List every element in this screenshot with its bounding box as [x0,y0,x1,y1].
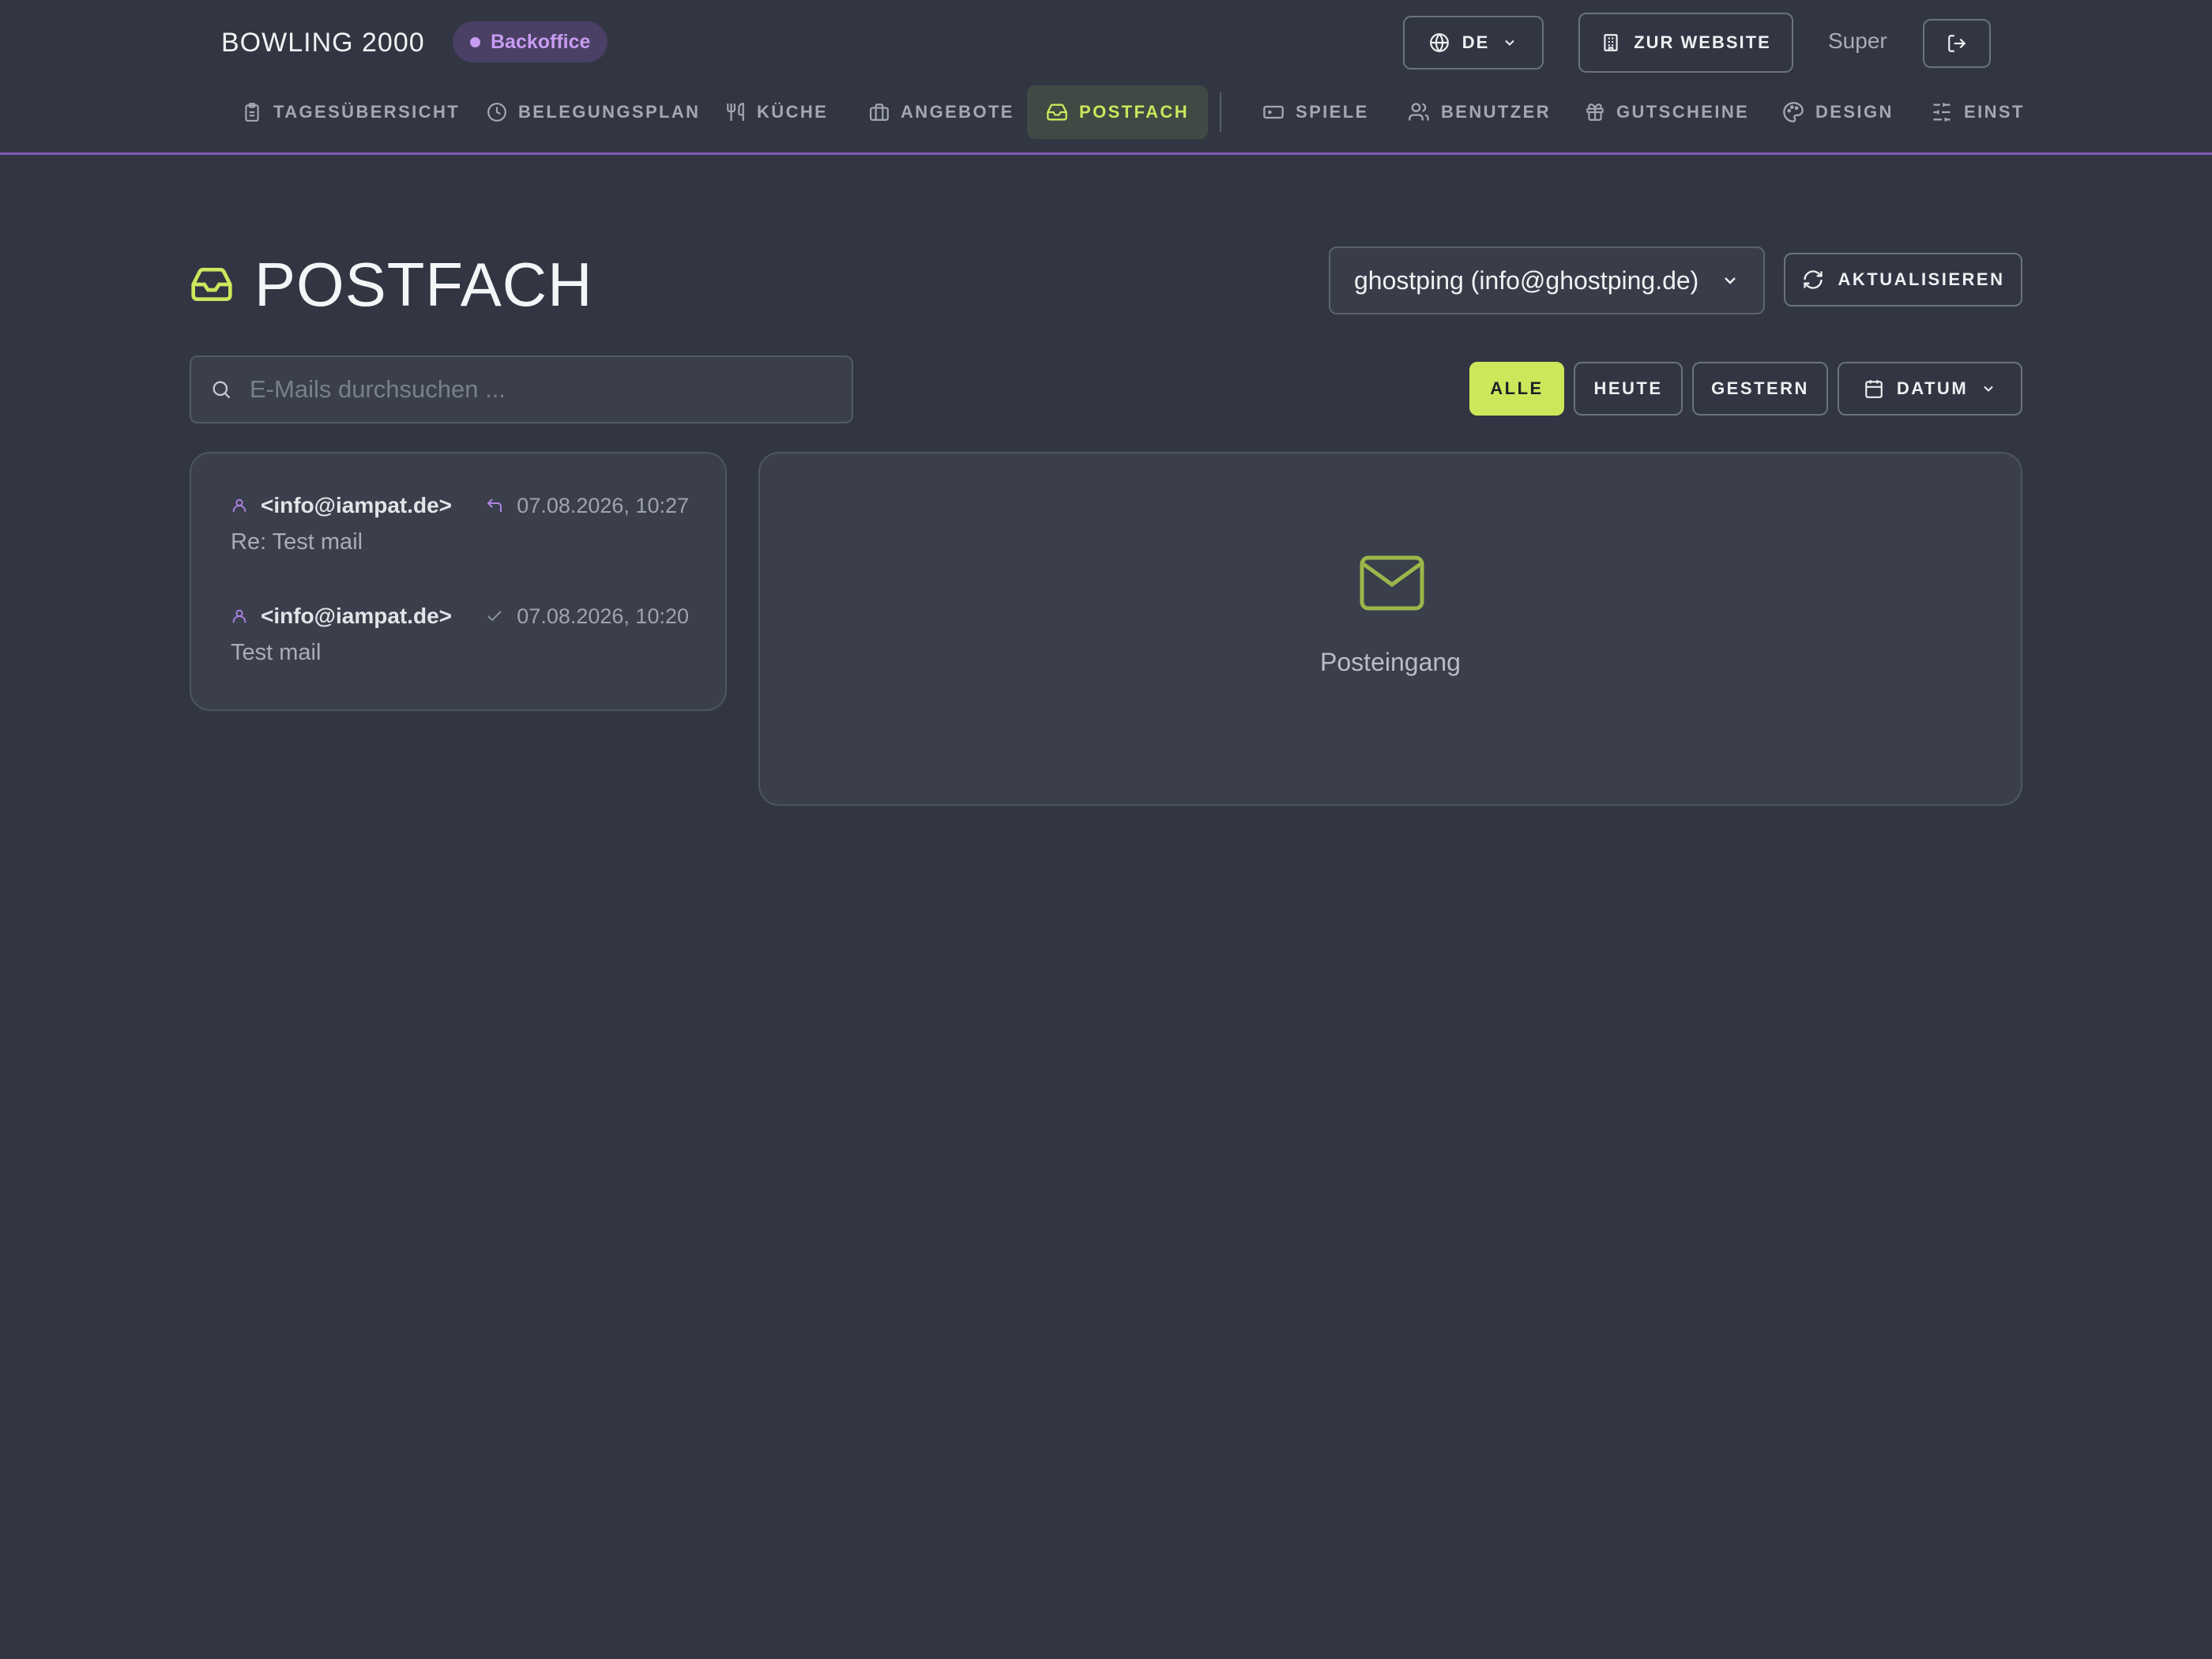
filter-all-button[interactable]: ALLE [1469,362,1564,416]
mail-search-input[interactable] [248,374,852,404]
inbox-icon [1046,101,1068,123]
refresh-button[interactable]: AKTUALISIEREN [1784,253,2022,307]
badge-label: Backoffice [491,31,591,53]
nav-label: EINST [1964,102,2025,122]
nav-label: KÜCHE [757,102,829,122]
filter-today-button[interactable]: HEUTE [1574,362,1683,416]
mail-account-select[interactable]: ghostping (info@ghostping.de) [1329,246,1765,314]
nav-label: ANGEBOTE [901,102,1014,122]
nav-label: POSTFACH [1079,102,1189,122]
clipboard-icon [242,102,262,122]
search-icon [210,378,232,401]
filter-date-button[interactable]: DATUM [1838,362,2022,416]
mail-date: 07.08.2026, 10:27 [485,491,689,520]
nav-label: BELEGUNGSPLAN [518,102,701,122]
inbox-icon [190,262,234,307]
palette-icon [1782,101,1804,123]
nav-divider [1220,92,1221,132]
globe-icon [1429,32,1450,53]
calendar-icon [1864,378,1884,399]
mail-list-item[interactable]: <info@iampat.de> 07.08.2026, 10:27 Re: T… [231,491,689,578]
ticket-icon [1262,101,1285,123]
nav-item-tagesuebersicht[interactable]: TAGESÜBERSICHT [242,85,460,139]
nav-item-angebote[interactable]: ANGEBOTE [869,85,1014,139]
building-icon [1601,32,1621,53]
chevron-down-icon [1721,271,1740,290]
user-icon [231,497,248,514]
nav-label: GUTSCHEINE [1616,102,1750,122]
mail-sender: <info@iampat.de> [231,602,452,630]
filter-label: ALLE [1490,378,1544,398]
mail-search-box [190,356,853,423]
nav-item-spiele[interactable]: SPIELE [1262,85,1369,139]
nav-item-kueche[interactable]: KÜCHE [725,85,828,139]
refresh-icon [1802,269,1824,291]
mail-subject: Re: Test mail [231,529,363,555]
filter-label: HEUTE [1593,378,1663,398]
filter-label: GESTERN [1711,378,1809,398]
badge-dot-icon [470,37,480,47]
nav-label: DESIGN [1815,102,1894,122]
page-title-text: POSTFACH [254,250,593,319]
nav-item-design[interactable]: DESIGN [1782,85,1894,139]
mail-date-text: 07.08.2026, 10:20 [517,604,689,628]
page-title: POSTFACH [190,245,592,324]
filter-yesterday-button[interactable]: GESTERN [1692,362,1828,416]
language-select-button[interactable]: DE [1403,16,1544,70]
mail-sender-address: <info@iampat.de> [261,493,453,517]
mail-date: 07.08.2026, 10:20 [485,602,689,630]
mail-subject: Test mail [231,640,322,665]
filter-label: DATUM [1896,378,1969,398]
main-navigation: TAGESÜBERSICHT BELEGUNGSPLAN KÜCHE ANGEB… [0,85,2212,139]
nav-item-gutscheine[interactable]: GUTSCHEINE [1585,85,1749,139]
chevron-down-icon [1981,381,1996,397]
reply-icon [485,496,504,515]
mail-sender-address: <info@iampat.de> [261,604,453,628]
logout-icon [1947,33,1967,54]
nav-item-belegungsplan[interactable]: BELEGUNGSPLAN [487,85,700,139]
top-header: BOWLING 2000 Backoffice DE ZUR WEBSITE S… [0,0,2212,155]
nav-label: BENUTZER [1441,102,1551,122]
clock-icon [487,102,507,122]
envelope-icon [1359,555,1425,611]
to-website-label: ZUR WEBSITE [1634,32,1771,52]
sliders-icon [1931,101,1953,123]
gift-icon [1585,102,1605,122]
mail-sender: <info@iampat.de> [231,491,452,520]
nav-label: TAGESÜBERSICHT [273,102,461,122]
utensils-icon [725,102,746,122]
users-icon [1408,101,1430,123]
nav-item-postfach[interactable]: POSTFACH [1027,85,1208,139]
mail-list: <info@iampat.de> 07.08.2026, 10:27 Re: T… [190,452,727,711]
user-name: Super [1828,28,1887,53]
briefcase-icon [869,102,890,122]
mail-preview-panel: Posteingang [758,452,2022,806]
check-icon [485,607,504,626]
refresh-label: AKTUALISIEREN [1838,269,2005,289]
brand-logo[interactable]: BOWLING 2000 [221,27,425,58]
nav-item-benutzer[interactable]: BENUTZER [1408,85,1551,139]
chevron-down-icon [1502,35,1518,51]
backoffice-badge: Backoffice [453,21,608,62]
to-website-button[interactable]: ZUR WEBSITE [1578,13,1793,73]
user-icon [231,608,248,625]
nav-item-einstellungen[interactable]: EINST [1931,85,2025,139]
language-label: DE [1462,32,1490,52]
account-label: ghostping (info@ghostping.de) [1354,265,1699,295]
mail-list-item[interactable]: <info@iampat.de> 07.08.2026, 10:20 Test … [231,602,689,689]
preview-empty-label: Posteingang [1320,648,1461,676]
mail-date-text: 07.08.2026, 10:27 [517,493,689,517]
nav-label: SPIELE [1296,102,1369,122]
logout-button[interactable] [1923,19,1991,68]
